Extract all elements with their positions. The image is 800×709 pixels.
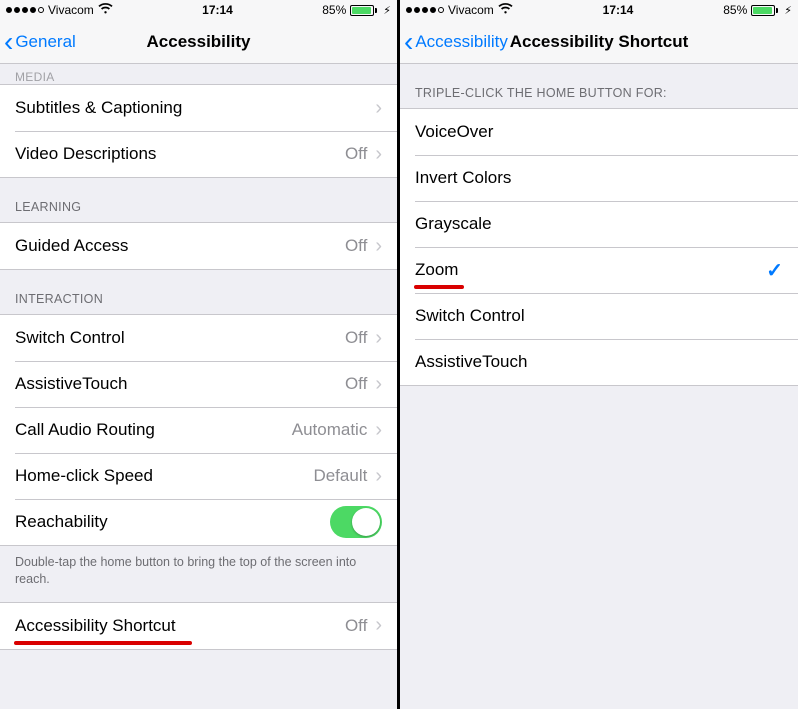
row-value: Automatic — [292, 420, 368, 440]
row-reachability[interactable]: Reachability — [0, 499, 397, 545]
charging-icon: ⚡︎ — [383, 4, 391, 17]
row-value: Off — [345, 328, 367, 348]
wifi-icon — [98, 3, 113, 17]
row-subtitles-captioning[interactable]: Subtitles & Captioning › — [0, 85, 397, 131]
row-assistivetouch[interactable]: AssistiveTouch Off › — [0, 361, 397, 407]
annotation-underline — [414, 285, 464, 289]
row-label: Zoom — [415, 260, 458, 280]
row-home-click-speed[interactable]: Home-click Speed Default › — [0, 453, 397, 499]
row-call-audio-routing[interactable]: Call Audio Routing Automatic › — [0, 407, 397, 453]
row-label: Reachability — [15, 512, 108, 532]
chevron-right-icon: › — [375, 143, 382, 166]
back-button[interactable]: ‹ Accessibility — [404, 20, 508, 63]
back-button[interactable]: ‹ General — [4, 20, 76, 63]
row-guided-access[interactable]: Guided Access Off › — [0, 223, 397, 269]
row-value: Default — [313, 466, 367, 486]
row-switch-control[interactable]: Switch Control — [400, 293, 798, 339]
row-assistivetouch[interactable]: AssistiveTouch — [400, 339, 798, 385]
row-label: Accessibility Shortcut — [15, 616, 176, 636]
status-bar: Vivacom 17:14 85% ⚡︎ — [400, 0, 798, 20]
battery-icon — [751, 5, 778, 16]
clock: 17:14 — [603, 3, 634, 17]
row-label: VoiceOver — [415, 122, 493, 142]
chevron-right-icon: › — [375, 373, 382, 396]
row-invert-colors[interactable]: Invert Colors — [400, 155, 798, 201]
battery-percent: 85% — [322, 3, 346, 17]
back-label: Accessibility — [415, 32, 508, 52]
row-voiceover[interactable]: VoiceOver — [400, 109, 798, 155]
row-label: Invert Colors — [415, 168, 511, 188]
back-label: General — [15, 32, 75, 52]
chevron-left-icon: ‹ — [404, 28, 413, 56]
navbar: ‹ Accessibility Accessibility Shortcut — [400, 20, 798, 64]
reachability-footer: Double-tap the home button to bring the … — [0, 546, 397, 602]
row-value: Off — [345, 144, 367, 164]
clock: 17:14 — [202, 3, 233, 17]
row-label: AssistiveTouch — [415, 352, 527, 372]
chevron-right-icon: › — [375, 235, 382, 258]
row-label: Switch Control — [15, 328, 125, 348]
annotation-underline — [14, 641, 192, 645]
navbar: ‹ General Accessibility — [0, 20, 397, 64]
chevron-right-icon: › — [375, 419, 382, 442]
row-value: Off — [345, 236, 367, 256]
signal-dots-icon — [406, 7, 444, 13]
row-zoom[interactable]: Zoom ✓ — [400, 247, 798, 293]
group-header-learning: LEARNING — [0, 178, 397, 222]
signal-dots-icon — [6, 7, 44, 13]
row-grayscale[interactable]: Grayscale — [400, 201, 798, 247]
row-value: Off — [345, 374, 367, 394]
group-header-media: MEDIA — [0, 64, 397, 84]
row-label: Video Descriptions — [15, 144, 156, 164]
row-switch-control[interactable]: Switch Control Off › — [0, 315, 397, 361]
row-label: Call Audio Routing — [15, 420, 155, 440]
reachability-switch[interactable] — [330, 506, 382, 538]
charging-icon: ⚡︎ — [784, 4, 792, 17]
checkmark-icon: ✓ — [766, 258, 783, 283]
row-label: Subtitles & Captioning — [15, 98, 182, 118]
carrier-label: Vivacom — [448, 3, 494, 17]
battery-icon — [350, 5, 377, 16]
chevron-right-icon: › — [375, 327, 382, 350]
group-header-interaction: INTERACTION — [0, 270, 397, 314]
row-label: Guided Access — [15, 236, 128, 256]
row-label: AssistiveTouch — [15, 374, 127, 394]
chevron-right-icon: › — [375, 465, 382, 488]
chevron-right-icon: › — [375, 614, 382, 637]
row-label: Switch Control — [415, 306, 525, 326]
chevron-right-icon: › — [375, 97, 382, 120]
row-accessibility-shortcut[interactable]: Accessibility Shortcut Off › — [0, 603, 397, 649]
row-label: Grayscale — [415, 214, 492, 234]
row-video-descriptions[interactable]: Video Descriptions Off › — [0, 131, 397, 177]
chevron-left-icon: ‹ — [4, 28, 13, 56]
row-label: Home-click Speed — [15, 466, 153, 486]
page-title: Accessibility — [147, 32, 251, 52]
row-value: Off — [345, 616, 367, 636]
group-header-tripleclick: TRIPLE-CLICK THE HOME BUTTON FOR: — [400, 64, 798, 108]
carrier-label: Vivacom — [48, 3, 94, 17]
battery-percent: 85% — [723, 3, 747, 17]
wifi-icon — [498, 3, 513, 17]
status-bar: Vivacom 17:14 85% ⚡︎ — [0, 0, 397, 20]
page-title: Accessibility Shortcut — [510, 32, 689, 52]
